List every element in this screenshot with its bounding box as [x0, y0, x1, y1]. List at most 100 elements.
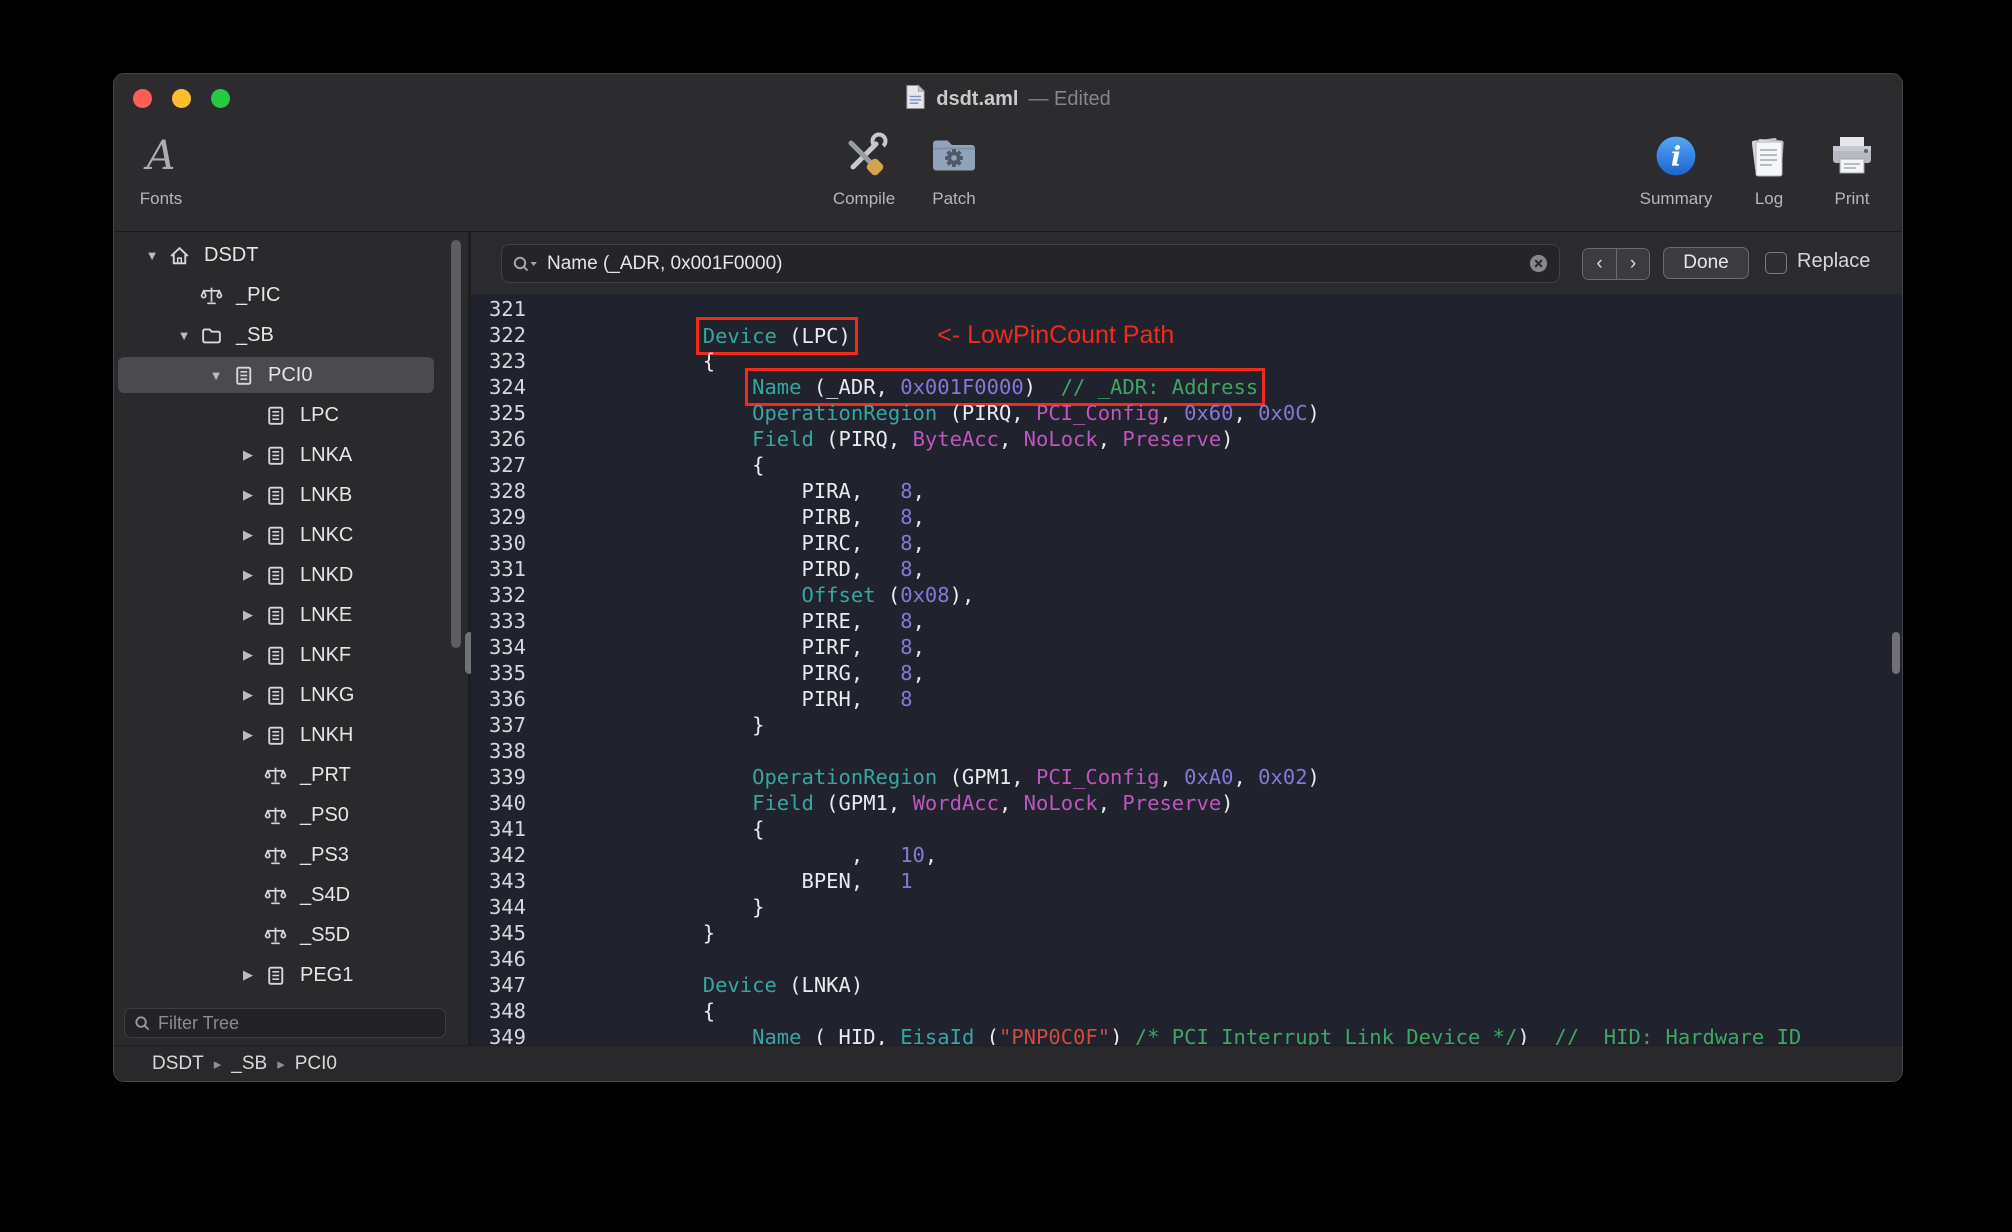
sidebar-item-lnkc[interactable]: ▶ LNKC — [114, 515, 468, 555]
tree-item-label: PCI0 — [268, 363, 313, 386]
code-line-content: PIRB, 8, — [604, 504, 924, 530]
line-number: 347 — [488, 973, 526, 997]
line-number: 341 — [488, 817, 526, 841]
tree-item-label: LNKG — [300, 683, 355, 706]
code-line: 347 Device (LNKA) — [471, 972, 1902, 998]
print-button[interactable]: Print — [1814, 130, 1890, 209]
search-menu-icon[interactable] — [512, 255, 538, 273]
line-number: 334 — [488, 635, 526, 659]
disclosure-triangle-icon[interactable]: ▼ — [136, 248, 168, 263]
sidebar-item-ps0[interactable]: _PS0 — [114, 795, 468, 835]
code-token: 8 — [900, 687, 913, 711]
sidebar-item-s5d[interactable]: _S5D — [114, 915, 468, 955]
code-token: , — [1233, 401, 1259, 425]
next-match-button[interactable]: › — [1616, 249, 1649, 279]
sidebar-item-lnkf[interactable]: ▶ LNKF — [114, 635, 468, 675]
sidebar-item-lpc[interactable]: LPC — [114, 395, 468, 435]
sidebar-item-dsdt[interactable]: ▼ DSDT — [114, 235, 468, 275]
filter-tree-input[interactable] — [158, 1012, 436, 1034]
document-proxy-icon[interactable] — [905, 83, 926, 115]
disclosure-triangle-icon[interactable]: ▶ — [232, 607, 264, 623]
breadcrumb-item[interactable]: PCI0 — [295, 1053, 337, 1075]
fonts-button[interactable]: A Fonts — [124, 130, 198, 209]
sidebar-item-lnka[interactable]: ▶ LNKA — [114, 435, 468, 475]
code-token: } — [604, 921, 716, 945]
fonts-label: Fonts — [139, 189, 183, 208]
code-token: , — [924, 843, 938, 867]
disclosure-triangle-icon[interactable]: ▶ — [232, 527, 264, 543]
code-token: { — [604, 999, 716, 1023]
disclosure-triangle-icon[interactable]: ▼ — [200, 368, 232, 383]
compile-button[interactable]: Compile — [824, 130, 904, 209]
device-icon — [264, 684, 294, 707]
disclosure-triangle-icon[interactable]: ▶ — [232, 487, 264, 503]
window-body: ▼ DSDT _PIC ▼ _SB ▼ PCI0 LPC ▶ LNKA ▶ LNKB ▶ LNKC ▶ LNK… — [114, 232, 1902, 1045]
code-line-content: PIRA, 8, — [604, 478, 924, 504]
disclosure-triangle-icon[interactable]: ▶ — [232, 447, 264, 463]
find-field[interactable] — [501, 244, 1560, 283]
patch-button[interactable]: Patch — [914, 130, 994, 209]
disclosure-triangle-icon[interactable]: ▶ — [232, 967, 264, 983]
sidebar-item-s4d[interactable]: _S4D — [114, 875, 468, 915]
sidebar-item-lnkg[interactable]: ▶ LNKG — [114, 675, 468, 715]
breadcrumb-item[interactable]: DSDT — [152, 1053, 204, 1075]
disclosure-triangle-icon[interactable]: ▼ — [168, 328, 200, 343]
code-token: 0x001F0000 — [900, 375, 1024, 399]
code-line-content: PIRE, 8, — [604, 608, 924, 634]
code-line: 349 Name (_HID, EisaId ("PNP0C0F") /* PC… — [471, 1024, 1902, 1045]
code-line: 341 { — [471, 816, 1902, 842]
line-number: 340 — [488, 791, 526, 815]
log-button[interactable]: Log — [1734, 130, 1804, 209]
sidebar-tree: ▼ DSDT _PIC ▼ _SB ▼ PCI0 LPC ▶ LNKA ▶ LNKB ▶ LNKC ▶ LNK… — [114, 235, 468, 995]
code-line: 326 Field (PIRQ, ByteAcc, NoLock, Preser… — [471, 426, 1902, 452]
screen: dsdt.aml — Edited A Fonts Compile Patch … — [0, 0, 2012, 1232]
sidebar-item-ps3[interactable]: _PS3 — [114, 835, 468, 875]
sidebar-item-pci0[interactable]: ▼ PCI0 — [114, 355, 468, 395]
disclosure-triangle-icon[interactable]: ▶ — [232, 567, 264, 583]
disclosure-triangle-icon[interactable]: ▶ — [232, 647, 264, 663]
code-line-content: BPEN, 1 — [604, 868, 912, 894]
code-token: { — [604, 817, 765, 841]
code-token: , — [912, 531, 925, 555]
line-number: 330 — [488, 531, 526, 555]
line-number: 329 — [488, 505, 526, 529]
sidebar-item-lnkb[interactable]: ▶ LNKB — [114, 475, 468, 515]
method-icon — [200, 284, 230, 307]
code-token: Preserve — [1122, 427, 1222, 451]
find-input[interactable] — [547, 252, 1519, 275]
tree-item-label: LNKH — [300, 723, 354, 746]
sidebar-item-sb[interactable]: ▼ _SB — [114, 315, 468, 355]
filter-tree-field[interactable] — [124, 1008, 446, 1038]
code-line: 332 Offset (0x08), — [471, 582, 1902, 608]
sidebar-item-lnkd[interactable]: ▶ LNKD — [114, 555, 468, 595]
device-icon — [264, 524, 294, 547]
sidebar-item-peg1[interactable]: ▶ PEG1 — [114, 955, 468, 995]
summary-button[interactable]: i Summary — [1634, 130, 1718, 209]
fonts-icon: A — [146, 133, 176, 179]
sidebar-scrollbar[interactable] — [451, 240, 461, 648]
line-number: 327 — [488, 453, 526, 477]
previous-match-button[interactable]: ‹ — [1583, 249, 1616, 279]
disclosure-triangle-icon[interactable]: ▶ — [232, 727, 264, 743]
sidebar-item-lnkh[interactable]: ▶ LNKH — [114, 715, 468, 755]
sidebar-item-prt[interactable]: _PRT — [114, 755, 468, 795]
editor-scrollbar[interactable] — [1892, 632, 1900, 674]
line-number: 331 — [488, 557, 526, 581]
info-icon: i — [1655, 130, 1697, 182]
code-line: 337 } — [471, 712, 1902, 738]
method-icon — [264, 884, 294, 907]
code-token: ) — [1517, 1025, 1555, 1045]
replace-checkbox[interactable] — [1765, 252, 1787, 274]
breadcrumb-item[interactable]: _SB — [231, 1053, 267, 1075]
code-editor[interactable]: 321 322 Device (LPC) <- LowPinCount Path 3… — [471, 294, 1902, 1045]
disclosure-triangle-icon[interactable]: ▶ — [232, 687, 264, 703]
done-button[interactable]: Done — [1663, 247, 1749, 279]
method-icon — [264, 804, 294, 827]
sidebar-item-pic[interactable]: _PIC — [114, 275, 468, 315]
sidebar-item-lnke[interactable]: ▶ LNKE — [114, 595, 468, 635]
annotation-text: <- LowPinCount Path — [937, 321, 1175, 349]
clear-search-button[interactable] — [1528, 253, 1549, 274]
code-line-content: PIRF, 8, — [604, 634, 924, 660]
